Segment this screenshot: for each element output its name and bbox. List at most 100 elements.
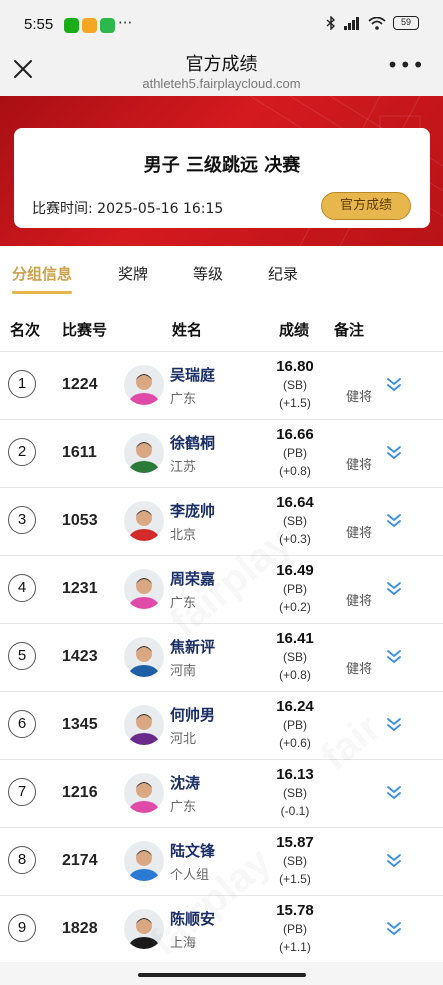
tab-levels[interactable]: 等级 — [193, 263, 223, 284]
avatar — [124, 705, 164, 745]
athlete-name[interactable]: 何帅男 — [170, 704, 215, 725]
result-mark: 16.66 — [276, 426, 314, 443]
more-options-icon[interactable]: ••• — [387, 55, 425, 75]
wechat-icon — [64, 18, 79, 33]
record-tag: (SB) — [283, 650, 307, 664]
grade-note: 健将 — [346, 662, 373, 677]
record-tag: (PB) — [283, 446, 307, 460]
battery-icon: 59 — [393, 16, 419, 30]
table-row[interactable]: 2 1611 徐鹤桐 江苏 16.66 (PB) (+0.8) 健将 — [0, 420, 443, 488]
wind-reading: (+1.1) — [279, 940, 311, 954]
signal-icon — [344, 16, 359, 30]
grade-note: 健将 — [346, 594, 373, 609]
rank-badge: 4 — [8, 574, 36, 602]
athlete-name[interactable]: 沈涛 — [170, 772, 200, 793]
athlete-name[interactable]: 李庞帅 — [170, 500, 215, 521]
bib-number: 1611 — [62, 444, 97, 461]
result-mark: 16.80 — [276, 358, 314, 375]
expand-chevron-icon[interactable] — [385, 376, 403, 394]
rank-badge: 2 — [8, 438, 36, 466]
rank-badge: 5 — [8, 642, 36, 670]
rank-badge: 6 — [8, 710, 36, 738]
avatar — [124, 501, 164, 541]
athlete-name[interactable]: 徐鹤桐 — [170, 432, 215, 453]
bib-number: 2174 — [62, 852, 98, 869]
athlete-name[interactable]: 吴瑞庭 — [170, 364, 215, 385]
result-cell: 16.66 (PB) (+0.8) — [266, 426, 324, 480]
record-tag: (SB) — [283, 378, 307, 392]
table-row[interactable]: 1 1224 吴瑞庭 广东 16.80 (SB) (+1.5) 健将 — [0, 352, 443, 420]
bib-number: 1231 — [62, 580, 98, 597]
status-time: 5:55 — [24, 16, 54, 33]
header-name: 姓名 — [172, 321, 203, 339]
athlete-team: 广东 — [170, 392, 197, 407]
athlete-team: 河南 — [170, 664, 197, 679]
event-card: 男子 三级跳远 决赛 比赛时间: 2025-05-16 16:15 官方成绩 — [14, 128, 430, 228]
avatar — [124, 569, 164, 609]
wind-reading: (+0.8) — [279, 668, 311, 682]
expand-chevron-icon[interactable] — [385, 920, 403, 938]
home-bar-area — [0, 962, 443, 985]
expand-chevron-icon[interactable] — [385, 580, 403, 598]
result-cell: 16.80 (SB) (+1.5) — [266, 358, 324, 412]
result-mark: 16.24 — [276, 698, 314, 715]
athlete-team: 江苏 — [170, 460, 197, 475]
tab-group-info[interactable]: 分组信息 — [12, 263, 72, 284]
wind-reading: (+0.2) — [279, 600, 311, 614]
event-time: 比赛时间: 2025-05-16 16:15 — [32, 201, 224, 217]
rank-badge: 1 — [8, 370, 36, 398]
result-mark: 16.41 — [276, 630, 314, 647]
bib-number: 1053 — [62, 512, 98, 529]
home-indicator[interactable] — [138, 973, 306, 977]
official-results-button[interactable]: 官方成绩 — [321, 192, 411, 220]
rank-badge: 7 — [8, 778, 36, 806]
tab-bar: 分组信息 奖牌 等级 纪录 — [0, 246, 443, 304]
athlete-team: 广东 — [170, 800, 197, 815]
result-mark: 16.13 — [276, 766, 314, 783]
expand-chevron-icon[interactable] — [385, 444, 403, 462]
expand-chevron-icon[interactable] — [385, 648, 403, 666]
notes-app-icon — [82, 18, 97, 33]
event-title: 男子 三级跳远 决赛 — [143, 155, 301, 176]
record-tag: (PB) — [283, 718, 307, 732]
expand-chevron-icon[interactable] — [385, 852, 403, 870]
bib-number: 1423 — [62, 648, 98, 665]
header-bib: 比赛号 — [62, 321, 108, 339]
result-mark: 16.64 — [276, 494, 314, 511]
avatar — [124, 841, 164, 881]
expand-chevron-icon[interactable] — [385, 512, 403, 530]
avatar — [124, 637, 164, 677]
rank-badge: 9 — [8, 914, 36, 942]
table-row[interactable]: 3 1053 李庞帅 北京 16.64 (SB) (+0.3) 健将 — [0, 488, 443, 556]
page-url: athleteh5.fairplaycloud.com — [142, 76, 301, 91]
bluetooth-icon — [326, 16, 336, 30]
system-status: 59 — [326, 16, 419, 30]
record-tag: (PB) — [283, 922, 307, 936]
record-tag: (SB) — [283, 786, 307, 800]
result-cell: 15.87 (SB) (+1.5) — [266, 834, 324, 888]
tab-medals[interactable]: 奖牌 — [118, 263, 148, 284]
expand-chevron-icon[interactable] — [385, 784, 403, 802]
table-row[interactable]: 7 1216 沈涛 广东 16.13 (SB) (-0.1) — [0, 760, 443, 828]
avatar — [124, 773, 164, 813]
athlete-team: 北京 — [170, 528, 197, 543]
more-notifications-icon: ··· — [118, 14, 133, 32]
header-result: 成绩 — [279, 321, 310, 339]
avatar — [124, 433, 164, 473]
expand-chevron-icon[interactable] — [385, 716, 403, 734]
grade-note: 健将 — [346, 526, 373, 541]
athlete-team: 河北 — [170, 732, 197, 747]
result-cell: 16.13 (SB) (-0.1) — [266, 766, 324, 820]
tab-records[interactable]: 纪录 — [268, 263, 298, 284]
notification-icons — [64, 18, 115, 33]
avatar — [124, 365, 164, 405]
wifi-icon — [368, 16, 386, 30]
grade-note: 健将 — [346, 458, 373, 473]
page-title: 官方成绩 — [185, 54, 258, 75]
title-bar: 官方成绩 athleteh5.fairplaycloud.com ••• — [0, 40, 443, 96]
app-icon — [100, 18, 115, 33]
athlete-name[interactable]: 陆文锋 — [170, 840, 215, 861]
result-cell: 16.41 (SB) (+0.8) — [266, 630, 324, 684]
rank-badge: 3 — [8, 506, 36, 534]
table-row[interactable]: 5 1423 焦新评 河南 16.41 (SB) (+0.8) 健将 — [0, 624, 443, 692]
